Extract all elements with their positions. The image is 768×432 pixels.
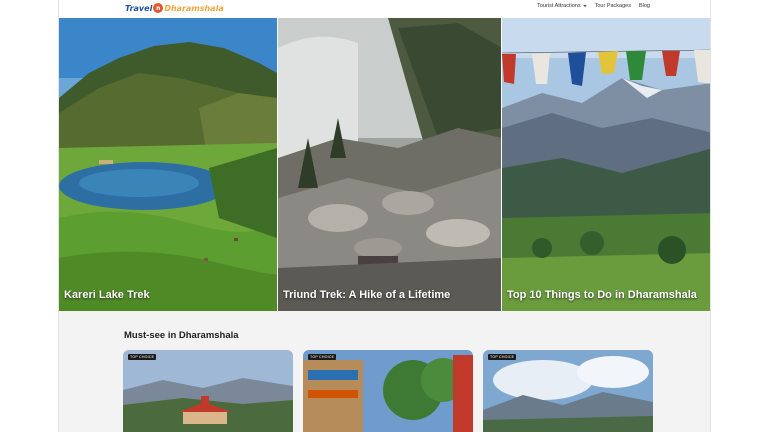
card-photo-mountains [483,350,653,432]
site-header: Travel n Dharamshala Tourist Attractions… [59,0,710,18]
hero-tile-kareri-lake[interactable]: Kareri Lake Trek [59,18,277,311]
hero-tiles: Kareri Lake Trek Triund Trek: A Hike of … [59,18,710,311]
top-choice-badge: TOP CHOICE [308,354,337,360]
site-logo[interactable]: Travel n Dharamshala [125,1,224,15]
nav-item-tour-packages[interactable]: Tour Packages [595,3,631,9]
attraction-card[interactable]: TOP CHOICE [303,350,473,432]
logo-text-travel: Travel [125,3,153,13]
section-title: Must-see in Dharamshala [124,330,239,341]
logo-text-dharamshala: Dharamshala [164,3,224,13]
chevron-down-icon [582,5,587,7]
must-see-section: Must-see in Dharamshala TOP CHOICE TOP C… [59,311,710,432]
dharamshala-prayer-flags-photo [502,18,710,311]
nav-label: Tourist Attractions [537,3,581,9]
logo-mark-icon: n [153,3,164,13]
hero-tile-title: Kareri Lake Trek [64,289,150,301]
card-photo-market [303,350,473,432]
top-choice-badge: TOP CHOICE [488,354,517,360]
kareri-lake-photo [59,18,277,311]
attraction-card[interactable]: TOP CHOICE [483,350,653,432]
top-choice-badge: TOP CHOICE [128,354,157,360]
hero-tile-triund-trek[interactable]: Triund Trek: A Hike of a Lifetime [277,18,501,311]
nav-item-tourist-attractions[interactable]: Tourist Attractions [537,3,587,9]
hero-tile-title: Triund Trek: A Hike of a Lifetime [283,289,451,301]
page-frame: Travel n Dharamshala Tourist Attractions… [58,0,711,432]
hero-tile-title: Top 10 Things to Do in Dharamshala [507,289,697,301]
nav-item-blog[interactable]: Blog [639,3,650,9]
attraction-card[interactable]: TOP CHOICE [123,350,293,432]
card-photo-temple [123,350,293,432]
hero-tile-top-10-things[interactable]: Top 10 Things to Do in Dharamshala [501,18,710,311]
triund-trek-photo [278,18,501,311]
main-nav: Tourist Attractions Tour Packages Blog [537,3,650,9]
